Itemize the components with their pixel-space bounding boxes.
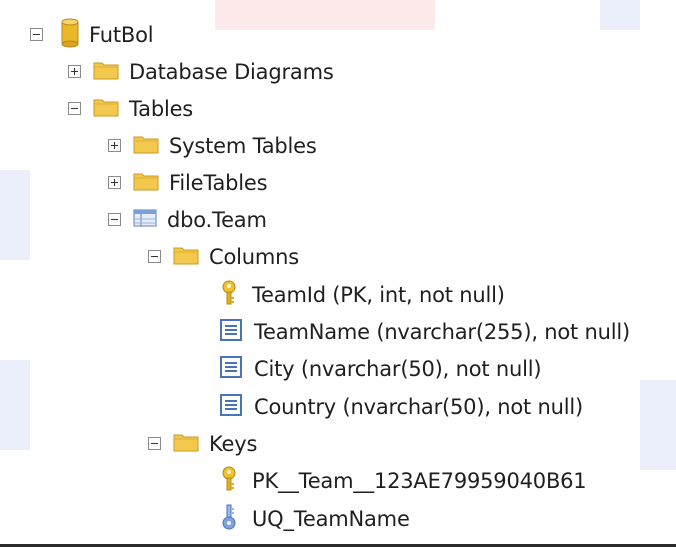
unique-key-icon <box>220 504 238 534</box>
tree-node-label: FutBol <box>89 22 154 47</box>
tree-node-dbo-team[interactable]: dbo.Team <box>108 201 267 238</box>
table-icon <box>133 208 157 232</box>
tree-node-database-diagrams[interactable]: Database Diagrams <box>68 53 334 90</box>
tree-node-label: dbo.Team <box>167 207 267 232</box>
collapse-toggle[interactable] <box>68 102 81 115</box>
column-icon <box>220 355 242 382</box>
expand-toggle[interactable] <box>108 176 121 189</box>
folder-icon <box>133 134 159 158</box>
tree-node-column-teamid[interactable]: TeamId (PK, int, not null) <box>220 276 505 313</box>
expand-toggle[interactable] <box>68 65 81 78</box>
collapse-toggle[interactable] <box>148 437 161 450</box>
tree-node-label: TeamId (PK, int, not null) <box>252 282 505 307</box>
tree-node-keys[interactable]: Keys <box>148 425 257 462</box>
collapse-toggle[interactable] <box>108 213 121 226</box>
tree-node-label: TeamName (nvarchar(255), not null) <box>254 319 631 344</box>
tree-node-filetables[interactable]: FileTables <box>108 164 268 201</box>
primary-key-icon <box>220 466 238 496</box>
tree-node-column-city[interactable]: City (nvarchar(50), not null) <box>220 350 542 387</box>
folder-icon <box>173 245 199 269</box>
expand-toggle[interactable] <box>108 139 121 152</box>
column-icon <box>220 318 242 345</box>
tree-node-tables[interactable]: Tables <box>68 90 193 127</box>
tree-node-label: UQ_TeamName <box>252 506 410 531</box>
tree-node-label: Columns <box>209 244 299 269</box>
database-icon <box>61 18 79 52</box>
tree-node-label: Keys <box>209 431 258 456</box>
collapse-toggle[interactable] <box>148 250 161 263</box>
folder-icon <box>93 97 119 121</box>
tree-node-key-pk[interactable]: PK__Team__123AE79959040B61 <box>220 462 587 499</box>
tree-node-column-country[interactable]: Country (nvarchar(50), not null) <box>220 388 583 425</box>
tree-node-label: FileTables <box>169 170 268 195</box>
tree-node-label: Tables <box>129 96 194 121</box>
folder-icon <box>133 171 159 195</box>
tree-node-columns[interactable]: Columns <box>148 238 299 275</box>
folder-icon <box>93 60 119 84</box>
collapse-toggle[interactable] <box>30 28 43 41</box>
tree-node-system-tables[interactable]: System Tables <box>108 127 317 164</box>
tree-node-column-teamname[interactable]: TeamName (nvarchar(255), not null) <box>220 313 630 350</box>
tree-node-key-uq[interactable]: UQ_TeamName <box>220 500 410 537</box>
object-explorer-tree: FutBol Database Diagrams Tables System T… <box>0 0 676 547</box>
tree-node-futbol[interactable]: FutBol <box>30 16 154 53</box>
tree-node-label: System Tables <box>169 133 317 158</box>
primary-key-icon <box>220 280 238 310</box>
tree-node-label: Country (nvarchar(50), not null) <box>254 394 584 419</box>
tree-node-label: PK__Team__123AE79959040B61 <box>252 468 587 493</box>
folder-icon <box>173 432 199 456</box>
tree-node-label: City (nvarchar(50), not null) <box>254 356 542 381</box>
column-icon <box>220 393 242 420</box>
tree-node-label: Database Diagrams <box>129 59 334 84</box>
